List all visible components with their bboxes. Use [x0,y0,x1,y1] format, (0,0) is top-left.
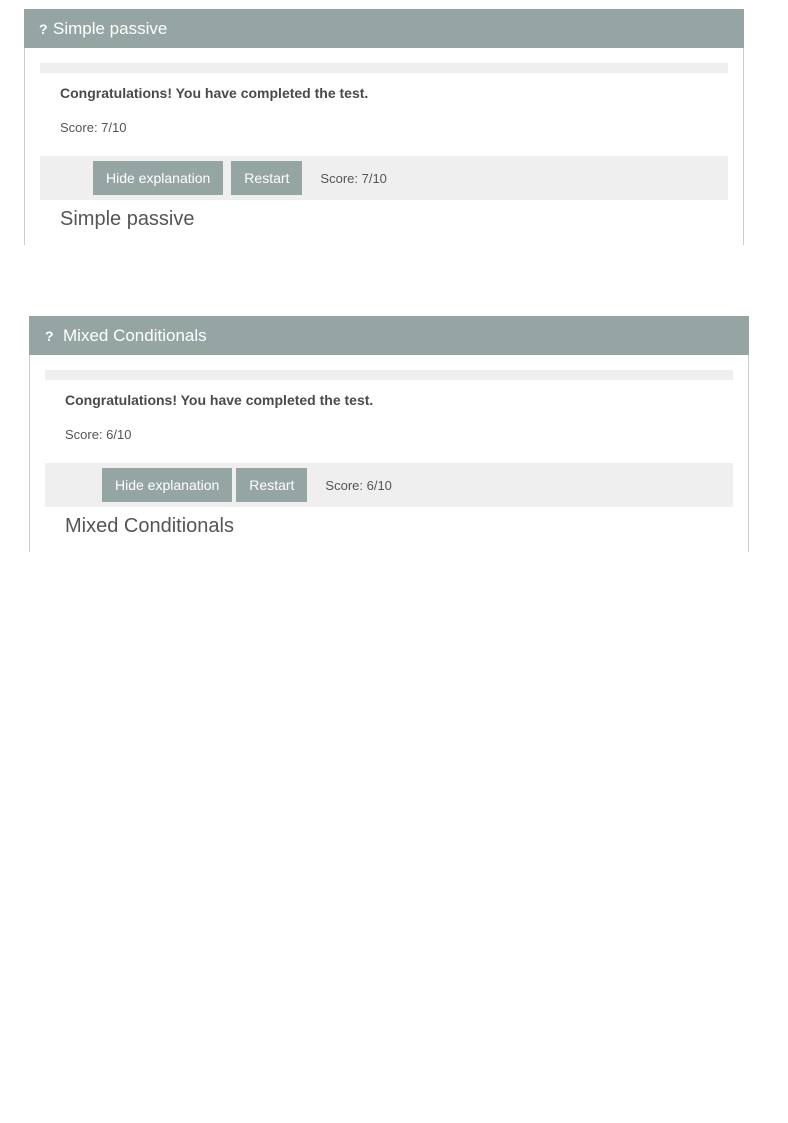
quiz-title: Simple passive [53,18,168,38]
quiz-panel: ? Simple passive Congratulations! You ha… [24,9,744,245]
quiz-header[interactable]: ? Mixed Conditionals [29,316,749,355]
result-section: Congratulations! You have completed the … [30,392,748,443]
bar-score-text: Score: 6/10 [325,477,392,493]
restart-button[interactable]: Restart [236,468,308,502]
restart-button[interactable]: Restart [231,161,303,195]
congrats-message: Congratulations! You have completed the … [60,85,369,101]
hide-explanation-button[interactable]: Hide explanation [93,161,224,195]
quiz-title: Mixed Conditionals [63,325,207,345]
score-text: Score: 7/10 [60,120,127,135]
bar-score-text: Score: 7/10 [320,170,387,186]
progress-strip [40,63,728,73]
result-section: Congratulations! You have completed the … [25,85,743,136]
quiz-header[interactable]: ? Simple passive [24,9,744,48]
action-bar: Hide explanation Restart Score: 7/10 [40,156,728,200]
quiz-subtitle: Simple passive [60,208,195,230]
question-icon: ? [39,20,48,37]
action-bar: Hide explanation Restart Score: 6/10 [45,463,733,507]
question-icon: ? [45,327,54,344]
congrats-message: Congratulations! You have completed the … [65,392,374,408]
quiz-subtitle: Mixed Conditionals [65,515,234,537]
quiz-panel: ? Mixed Conditionals Congratulations! Yo… [29,316,749,552]
progress-strip [45,370,733,380]
hide-explanation-button[interactable]: Hide explanation [102,468,233,502]
score-text: Score: 6/10 [65,427,132,442]
